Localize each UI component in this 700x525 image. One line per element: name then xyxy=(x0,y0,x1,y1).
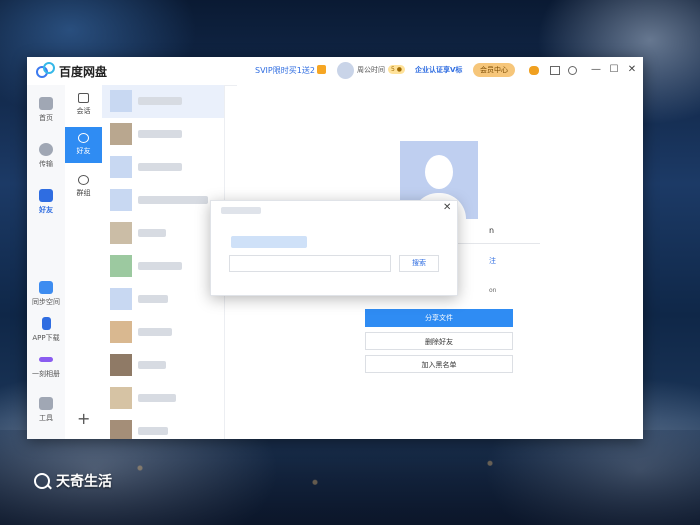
list-item[interactable] xyxy=(102,316,224,349)
friend-name xyxy=(138,361,166,369)
sidebar-item-transfer[interactable]: 传输 xyxy=(27,143,65,169)
member-center-button[interactable]: 会员中心 xyxy=(473,63,515,77)
sidebar-item-label: APP下载 xyxy=(32,334,60,342)
tools-icon xyxy=(39,397,53,410)
phone-icon xyxy=(41,317,51,330)
sidebar-item-sync-space[interactable]: 同步空间 xyxy=(27,281,65,307)
avatar xyxy=(110,222,132,244)
list-item[interactable] xyxy=(102,217,224,250)
dialog-close-button[interactable]: ✕ xyxy=(443,202,451,213)
friend-name xyxy=(138,130,182,138)
list-item[interactable] xyxy=(102,382,224,415)
list-item[interactable] xyxy=(102,85,224,118)
add-to-blacklist-button[interactable]: 加入黑名单 xyxy=(365,355,513,373)
app-title: 百度网盘 xyxy=(59,65,108,79)
settings-icon[interactable] xyxy=(568,66,577,75)
friends-subnav: 会话 好友 群组 + xyxy=(65,85,103,439)
avatar xyxy=(110,156,132,178)
list-item[interactable] xyxy=(102,184,224,217)
sync-space-icon xyxy=(39,281,53,294)
sidebar-item-friends[interactable]: 好友 xyxy=(27,189,65,215)
title-bar: 百度网盘 SVIP限时买1送2 周公时间 5 ● 企业认证享V标 会员中心 — … xyxy=(27,57,643,86)
watermark: 天奇生活 xyxy=(34,470,112,492)
sidebar-item-label: 一刻相册 xyxy=(32,370,60,378)
sidebar-item-label: 首页 xyxy=(39,114,53,122)
avatar xyxy=(110,354,132,376)
friend-name xyxy=(138,328,172,336)
avatar xyxy=(110,90,132,112)
tab-chat[interactable]: 会话 xyxy=(65,87,102,123)
user-avatar[interactable] xyxy=(337,62,354,79)
enterprise-certify-link[interactable]: 企业认证享V标 xyxy=(415,65,462,75)
sidebar-item-label: 工具 xyxy=(39,414,53,422)
search-input[interactable] xyxy=(229,255,391,272)
friends-icon xyxy=(39,189,53,202)
friend-name xyxy=(138,97,182,105)
transfer-icon xyxy=(39,143,53,156)
cloud-icon xyxy=(39,97,53,110)
avatar xyxy=(110,387,132,409)
sidebar-item-album[interactable]: 一刻相册 xyxy=(27,353,65,379)
search-button[interactable]: 搜索 xyxy=(399,255,439,272)
list-item[interactable] xyxy=(102,283,224,316)
avatar xyxy=(110,255,132,277)
search-logo-icon xyxy=(34,473,50,489)
crown-icon[interactable] xyxy=(317,65,326,74)
friends-list xyxy=(102,85,225,439)
avatar xyxy=(110,123,132,145)
delete-friend-button[interactable]: 删除好友 xyxy=(365,332,513,350)
list-item[interactable] xyxy=(102,118,224,151)
tab-label: 好友 xyxy=(76,147,91,155)
friend-name xyxy=(138,295,168,303)
baidu-netdisk-logo xyxy=(36,62,55,78)
sidebar-item-home[interactable]: 首页 xyxy=(27,97,65,123)
friend-name xyxy=(138,262,182,270)
sidebar-item-label: 好友 xyxy=(39,206,53,214)
sidebar-item-label: 同步空间 xyxy=(32,298,60,306)
friend-name xyxy=(138,394,176,402)
sidebar-item-app-download[interactable]: APP下载 xyxy=(27,317,65,343)
sidebar-item-tools[interactable]: 工具 xyxy=(27,397,65,423)
tab-label: 群组 xyxy=(76,189,91,197)
friend-name-partial: n xyxy=(489,226,495,235)
avatar-head xyxy=(425,155,453,189)
group-icon xyxy=(78,175,89,185)
friend-name xyxy=(138,163,182,171)
dialog-prompt xyxy=(231,236,307,248)
list-item[interactable] xyxy=(102,415,224,439)
watermark-text: 天奇生活 xyxy=(56,474,112,490)
avatar xyxy=(110,189,132,211)
sidebar-item-label: 传输 xyxy=(39,160,53,168)
list-item[interactable] xyxy=(102,349,224,382)
close-window-button[interactable]: ✕ xyxy=(625,63,639,77)
mail-icon[interactable] xyxy=(550,66,560,75)
chat-icon xyxy=(78,93,89,103)
maximize-button[interactable]: ☐ xyxy=(607,63,621,77)
add-friend-dialog: ✕ 搜索 xyxy=(210,200,458,296)
friend-link-partial[interactable]: 注 xyxy=(489,256,496,266)
tab-friends[interactable]: 好友 xyxy=(65,127,102,163)
tab-label: 会话 xyxy=(76,107,91,115)
level-badge: 5 ● xyxy=(388,65,405,74)
minimize-button[interactable]: — xyxy=(589,63,603,77)
list-item[interactable] xyxy=(102,151,224,184)
avatar xyxy=(110,288,132,310)
svip-promo-link[interactable]: SVIP限时买1送2 xyxy=(255,65,315,76)
album-icon xyxy=(39,357,53,362)
list-item[interactable] xyxy=(102,250,224,283)
game-icon[interactable] xyxy=(529,66,539,75)
friend-name xyxy=(138,229,166,237)
friend-name xyxy=(138,427,168,435)
share-files-button[interactable]: 分享文件 xyxy=(365,309,513,327)
dialog-title xyxy=(221,207,261,214)
avatar xyxy=(110,321,132,343)
avatar xyxy=(110,420,132,439)
main-sidebar: 首页 传输 好友 同步空间 APP下载 一刻相册 工具 xyxy=(27,85,66,439)
friend-name xyxy=(138,196,208,204)
friend-icon xyxy=(78,133,89,143)
add-icon[interactable]: + xyxy=(77,411,90,427)
username[interactable]: 周公时间 xyxy=(357,65,385,75)
tab-groups[interactable]: 群组 xyxy=(65,169,102,205)
friend-info-partial: on xyxy=(489,287,497,294)
